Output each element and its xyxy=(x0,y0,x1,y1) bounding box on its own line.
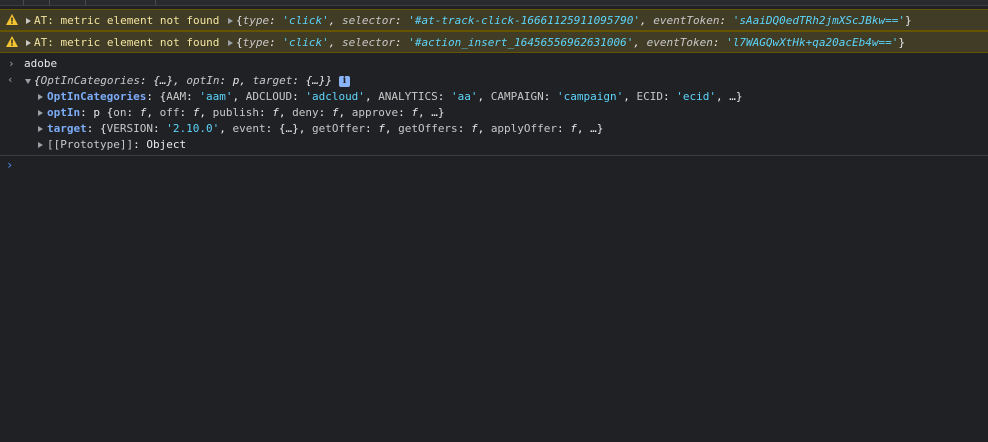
expand-arrow-icon[interactable] xyxy=(38,110,43,116)
input-chevron-icon: › xyxy=(8,57,15,70)
warning-icon xyxy=(6,14,18,25)
property-target[interactable]: target: {VERSION: '2.10.0', event: {…}, … xyxy=(47,122,603,135)
expand-arrow-icon[interactable] xyxy=(26,40,31,46)
property-optin[interactable]: optIn: p {on: f, off: f, publish: f, den… xyxy=(47,106,444,119)
result-arrow-icon: ‹ xyxy=(7,73,14,86)
expand-arrow-icon[interactable] xyxy=(38,94,43,100)
divider xyxy=(0,155,988,156)
expand-arrow-icon[interactable] xyxy=(38,126,43,132)
collapse-arrow-icon[interactable] xyxy=(25,79,31,84)
warning-message: AT: metric element not found xyxy=(34,14,220,27)
warning-object-preview[interactable]: {type: 'click', selector: '#at-track-cli… xyxy=(228,14,912,27)
property-prototype[interactable]: [[Prototype]]: Object xyxy=(47,138,186,151)
warning-message: AT: metric element not found xyxy=(34,36,220,49)
console-input-command: adobe xyxy=(24,57,58,70)
expand-arrow-icon[interactable] xyxy=(26,18,31,24)
console-warning-row[interactable]: AT: metric element not found {type: 'cli… xyxy=(0,9,988,31)
console-warning-row[interactable]: AT: metric element not found {type: 'cli… xyxy=(0,31,988,53)
warning-icon xyxy=(6,36,18,47)
tab[interactable] xyxy=(0,0,24,5)
expand-arrow-icon[interactable] xyxy=(38,142,43,148)
property-optincategories[interactable]: OptInCategories: {AAM: 'aam', ADCLOUD: '… xyxy=(47,90,743,103)
devtools-top-strip xyxy=(0,0,988,6)
console-prompt[interactable]: › xyxy=(6,158,13,172)
tab[interactable] xyxy=(24,0,50,5)
warning-object-preview[interactable]: {type: 'click', selector: '#action_inser… xyxy=(228,36,905,49)
result-summary[interactable]: {OptInCategories: {…}, optIn: p, target:… xyxy=(34,74,332,87)
tab[interactable] xyxy=(86,0,156,5)
info-icon[interactable]: i xyxy=(339,76,350,87)
tab[interactable] xyxy=(50,0,86,5)
